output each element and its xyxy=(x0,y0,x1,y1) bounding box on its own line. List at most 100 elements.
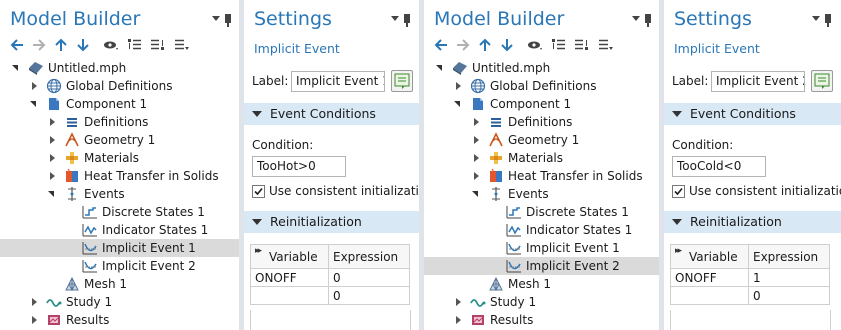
tree-menu-button[interactable] xyxy=(596,36,614,54)
collapse-node-icon[interactable] xyxy=(30,95,40,113)
expand-node-icon[interactable] xyxy=(472,113,482,131)
table-row[interactable]: ONOFF 0 xyxy=(250,268,410,287)
tree-node-heat-transfer-in-solids[interactable]: Heat Transfer in Solids xyxy=(0,167,239,185)
table-header[interactable]: ▸▸ Variable xyxy=(670,244,749,269)
tree-node-indicator-states-1[interactable]: Indicator States 1 xyxy=(0,221,239,239)
tree-node-definitions[interactable]: Definitions xyxy=(0,113,239,131)
collapse-all-button[interactable] xyxy=(126,36,144,54)
tree-node-heat-transfer-in-solids[interactable]: Heat Transfer in Solids xyxy=(424,167,659,185)
pane-controls[interactable] xyxy=(810,14,836,27)
expand-node-icon[interactable] xyxy=(48,167,58,185)
back-arrow-icon xyxy=(434,39,447,51)
tree-node-global-definitions[interactable]: Global Definitions xyxy=(0,77,239,95)
expand-node-icon[interactable] xyxy=(48,149,58,167)
tree-node-label: Geometry 1 xyxy=(508,133,580,147)
expand-all-button[interactable] xyxy=(148,36,166,54)
expand-node-icon[interactable] xyxy=(454,311,464,329)
tree-node-indicator-states-1[interactable]: Indicator States 1 xyxy=(424,221,659,239)
tree-node-definitions[interactable]: Definitions xyxy=(424,113,659,131)
show-button[interactable] xyxy=(102,36,120,54)
tree-node-results[interactable]: Results xyxy=(424,311,659,329)
expand-node-icon[interactable] xyxy=(472,167,482,185)
tree-node-discrete-states-1[interactable]: Discrete States 1 xyxy=(424,203,659,221)
section-event-conditions[interactable]: Event Conditions xyxy=(664,103,841,125)
tree-node-component-1[interactable]: Component 1 xyxy=(0,95,239,113)
move-up-button[interactable] xyxy=(476,36,494,54)
tree-node-materials[interactable]: Materials xyxy=(424,149,659,167)
tree-node-events[interactable]: Events xyxy=(424,185,659,203)
table-header[interactable]: Expression xyxy=(328,244,410,269)
pane-controls[interactable] xyxy=(630,14,656,27)
collapse-all-button[interactable] xyxy=(550,36,568,54)
tree-menu-button[interactable] xyxy=(172,36,190,54)
show-button[interactable] xyxy=(526,36,544,54)
tree-node-global-definitions[interactable]: Global Definitions xyxy=(424,77,659,95)
label-key: Label: xyxy=(252,74,289,88)
collapse-node-icon[interactable] xyxy=(48,185,58,203)
section-reinitialization[interactable]: Reinitialization xyxy=(244,211,419,233)
checkbox-icon xyxy=(672,185,685,198)
model-builder-pane-2: Model Builder Untitled.mph Global Definit… xyxy=(424,0,659,330)
tree-node-implicit-event-2[interactable]: Implicit Event 2 xyxy=(0,257,239,275)
collapse-node-icon[interactable] xyxy=(436,59,446,77)
collapse-node-icon[interactable] xyxy=(454,95,464,113)
expand-node-icon[interactable] xyxy=(30,293,40,311)
edit-label-button[interactable] xyxy=(811,70,833,92)
expand-node-icon[interactable] xyxy=(472,131,482,149)
collapse-node-icon[interactable] xyxy=(12,59,22,77)
tree-node-mesh-1[interactable]: Mesh 1 xyxy=(424,275,659,293)
pane-controls[interactable] xyxy=(210,14,236,27)
forward-arrow-button[interactable] xyxy=(30,36,48,54)
tree-node-geometry-1[interactable]: Geometry 1 xyxy=(0,131,239,149)
tree-node-study-1[interactable]: Study 1 xyxy=(424,293,659,311)
tree-node-discrete-states-1[interactable]: Discrete States 1 xyxy=(0,203,239,221)
expand-node-icon[interactable] xyxy=(472,149,482,167)
back-arrow-button[interactable] xyxy=(8,36,26,54)
edit-label-button[interactable] xyxy=(391,70,413,92)
tree-node-untitled-mph[interactable]: Untitled.mph xyxy=(424,59,659,77)
forward-arrow-button[interactable] xyxy=(454,36,472,54)
condition-input[interactable]: TooHot>0 xyxy=(252,156,346,177)
label-input[interactable]: Implicit Event 2 xyxy=(711,71,805,92)
tree-node-label: Implicit Event 2 xyxy=(102,259,196,273)
move-down-button[interactable] xyxy=(74,36,92,54)
implicit-event-icon xyxy=(82,240,98,256)
move-up-button[interactable] xyxy=(52,36,70,54)
tree-node-implicit-event-2[interactable]: Implicit Event 2 xyxy=(424,257,659,275)
table-row[interactable]: 0 xyxy=(250,286,410,305)
pane-controls[interactable] xyxy=(389,14,415,27)
tree-node-label: Implicit Event 2 xyxy=(526,259,620,273)
expand-node-icon[interactable] xyxy=(30,311,40,329)
move-down-button[interactable] xyxy=(498,36,516,54)
tree-node-implicit-event-1[interactable]: Implicit Event 1 xyxy=(0,239,239,257)
collapse-node-icon[interactable] xyxy=(472,185,482,203)
expand-node-icon[interactable] xyxy=(48,131,58,149)
expand-node-icon[interactable] xyxy=(30,77,40,95)
back-arrow-button[interactable] xyxy=(432,36,450,54)
label-input[interactable]: Implicit Event 1 xyxy=(291,71,385,92)
tree-node-implicit-event-1[interactable]: Implicit Event 1 xyxy=(424,239,659,257)
expand-node-icon[interactable] xyxy=(454,77,464,95)
chevron-icon: ▸▸ xyxy=(675,246,682,256)
section-reinitialization[interactable]: Reinitialization xyxy=(664,211,841,233)
tree-node-results[interactable]: Results xyxy=(0,311,239,329)
table-row[interactable]: 0 xyxy=(670,286,830,305)
condition-input[interactable]: TooCold<0 xyxy=(672,156,766,177)
expand-all-icon xyxy=(151,39,164,50)
materials-icon xyxy=(64,150,80,166)
table-header[interactable]: Expression xyxy=(748,244,830,269)
expand-node-icon[interactable] xyxy=(48,113,58,131)
table-row[interactable]: ONOFF 1 xyxy=(670,268,830,287)
expand-all-button[interactable] xyxy=(572,36,590,54)
tree-node-study-1[interactable]: Study 1 xyxy=(0,293,239,311)
tree-node-materials[interactable]: Materials xyxy=(0,149,239,167)
expand-node-icon[interactable] xyxy=(454,293,464,311)
tree-node-events[interactable]: Events xyxy=(0,185,239,203)
table-header[interactable]: ▸▸ Variable xyxy=(250,244,329,269)
globe-icon xyxy=(46,78,62,94)
section-event-conditions[interactable]: Event Conditions xyxy=(244,103,419,125)
tree-node-component-1[interactable]: Component 1 xyxy=(424,95,659,113)
tree-node-untitled-mph[interactable]: Untitled.mph xyxy=(0,59,239,77)
tree-node-mesh-1[interactable]: Mesh 1 xyxy=(0,275,239,293)
tree-node-geometry-1[interactable]: Geometry 1 xyxy=(424,131,659,149)
